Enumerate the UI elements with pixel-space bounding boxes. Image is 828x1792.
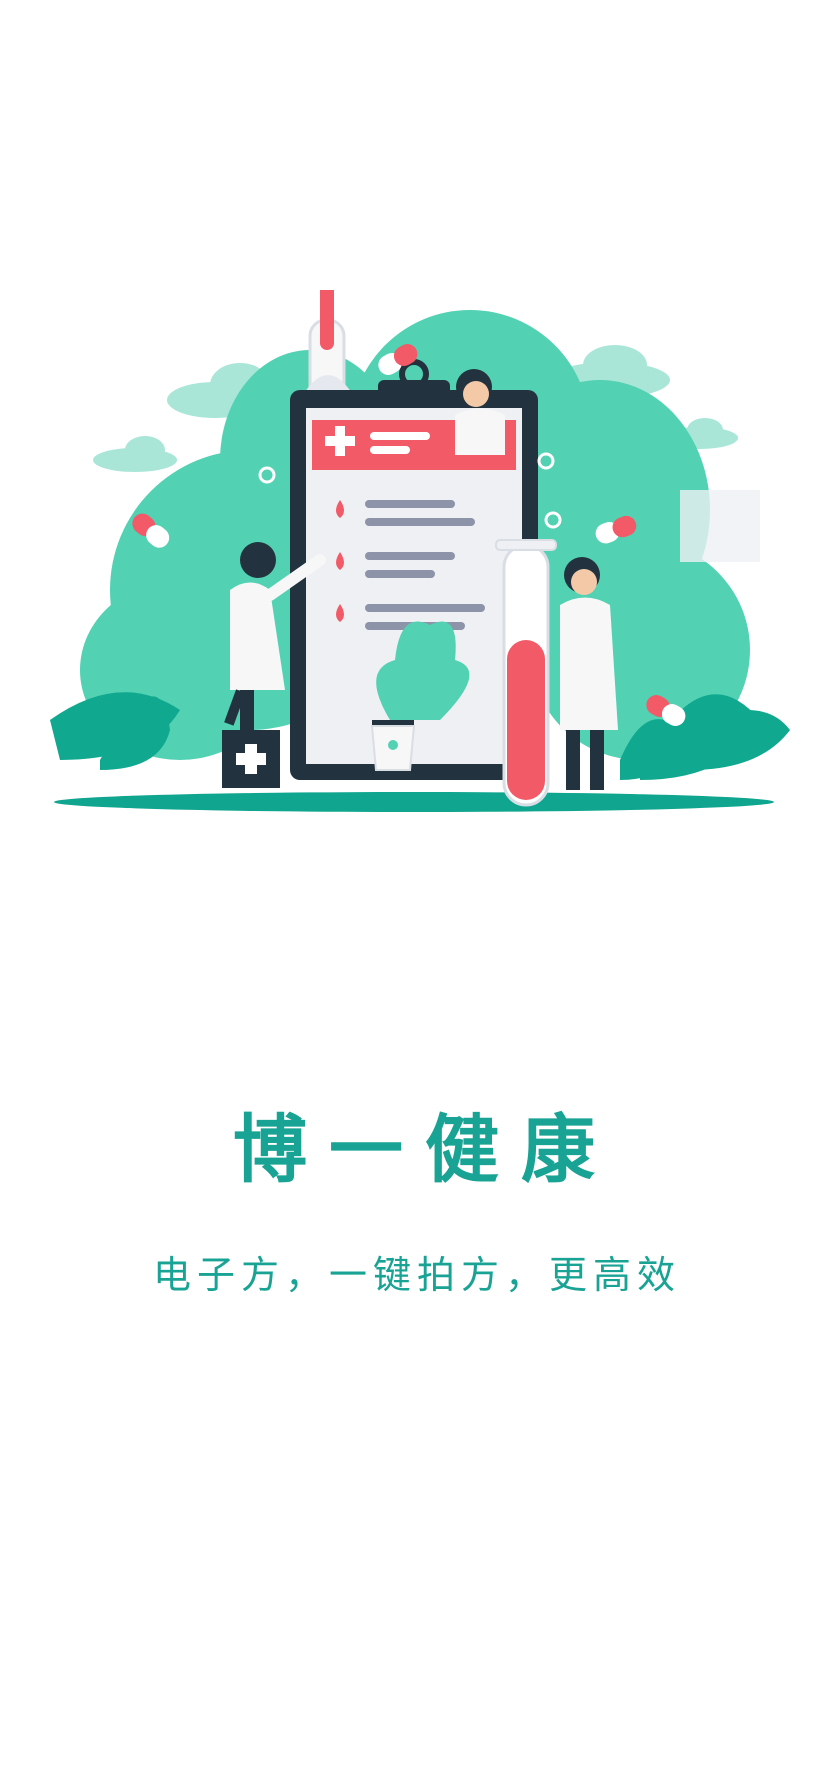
app-title: 博一健康 xyxy=(233,1107,617,1193)
background-card xyxy=(680,490,760,562)
test-tube-icon xyxy=(495,539,557,807)
splash-illustration xyxy=(50,290,790,812)
first-aid-box-icon xyxy=(222,730,280,788)
app-slogan: 电子方，一键拍方，更高效 xyxy=(152,1253,681,1297)
ground-shadow xyxy=(54,792,774,812)
